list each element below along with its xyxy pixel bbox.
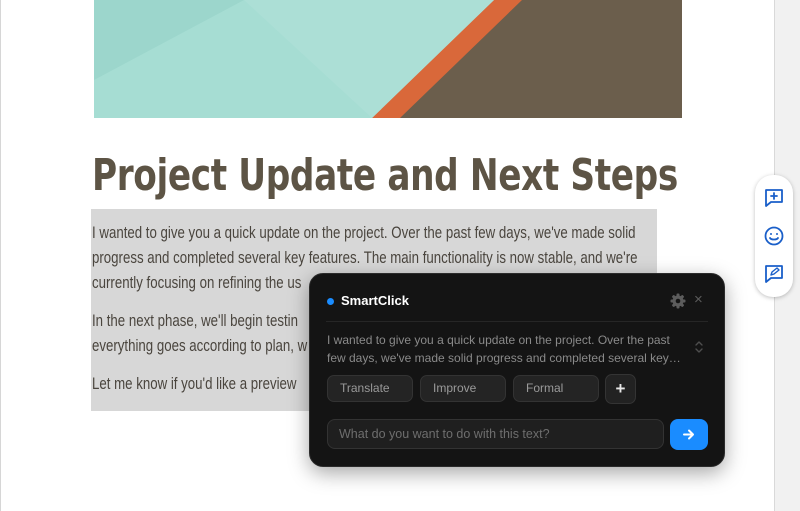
- formal-button[interactable]: Formal: [513, 375, 599, 402]
- header-image: [94, 0, 682, 118]
- close-icon[interactable]: ×: [694, 291, 703, 309]
- improve-button[interactable]: Improve: [420, 375, 506, 402]
- emoji-icon[interactable]: [763, 225, 785, 247]
- text-line: progress and completed several key featu…: [92, 248, 638, 267]
- expand-icon[interactable]: [693, 340, 705, 354]
- suggest-edit-icon[interactable]: [763, 263, 785, 285]
- panel-title: SmartClick: [341, 293, 409, 308]
- text-line: I wanted to give you a quick update on t…: [92, 223, 636, 242]
- add-comment-icon[interactable]: [763, 187, 785, 209]
- gear-icon[interactable]: [670, 293, 686, 309]
- selected-text-preview: I wanted to give you a quick update on t…: [327, 333, 670, 365]
- add-action-button[interactable]: +: [605, 374, 636, 404]
- divider: [326, 321, 708, 322]
- send-button[interactable]: [670, 419, 708, 450]
- prompt-input[interactable]: [327, 419, 664, 449]
- translate-button[interactable]: Translate: [327, 375, 413, 402]
- side-toolbar: [755, 175, 793, 297]
- document-title[interactable]: Project Update and Next Steps: [92, 146, 678, 206]
- smartclick-panel: SmartClick × I wanted to give you a quic…: [309, 273, 725, 467]
- status-dot: [327, 298, 334, 305]
- arrow-right-icon: [683, 429, 694, 440]
